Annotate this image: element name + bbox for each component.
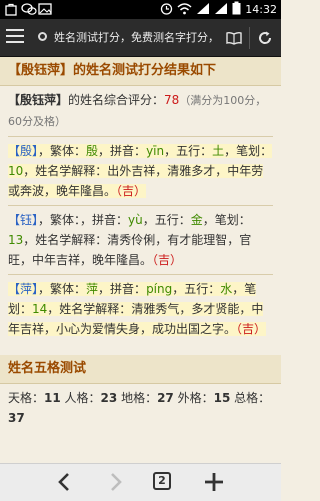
image-icon bbox=[38, 2, 52, 16]
strokes-label: ，笔划： bbox=[224, 144, 273, 158]
signal-icon bbox=[196, 2, 210, 18]
pinyin-value: píng bbox=[146, 282, 173, 296]
char-name: 【殷】 bbox=[8, 144, 39, 158]
status-bar: 14:32 bbox=[0, 0, 281, 19]
browser-toolbar: 姓名测试打分，免费测名字打分， bbox=[0, 19, 281, 57]
toolbar-divider bbox=[249, 27, 250, 49]
fanti-label: ，繁体： bbox=[38, 144, 87, 158]
meaning-label: ，姓名学解释： bbox=[23, 164, 108, 178]
strokes-label: ，笔划： bbox=[202, 213, 251, 227]
clock-time: 14:32 bbox=[245, 3, 277, 16]
fanti-value: 萍 bbox=[86, 282, 99, 296]
char-paragraph-2: 【钰】，繁体：，拼音：yù，五行：金，笔划：13，姓名学解释：清秀伶俐，有才能理… bbox=[0, 206, 281, 274]
char-paragraph-3: 【萍】，繁体：萍，拼音：píng，五行：水，笔划：14，姓名学解释：清雅秀气，多… bbox=[0, 275, 281, 343]
signal-icon bbox=[214, 2, 228, 18]
char-name: 【萍】 bbox=[8, 282, 39, 296]
renge-label: 人格： bbox=[60, 391, 101, 405]
waige-value: 15 bbox=[213, 391, 231, 405]
wuxing-label: ，五行： bbox=[142, 213, 191, 227]
char-name: 【钰】 bbox=[8, 213, 39, 227]
wuge-heading: 姓名五格测试 bbox=[0, 355, 281, 384]
tiange-value: 11 bbox=[44, 391, 61, 405]
pinyin-label: ，拼音： bbox=[80, 213, 129, 227]
menu-icon[interactable] bbox=[6, 29, 24, 45]
bag-icon bbox=[4, 2, 18, 16]
back-icon[interactable] bbox=[54, 472, 76, 492]
score-value: 78 bbox=[164, 93, 180, 107]
fanti-label: ，繁体： bbox=[38, 282, 87, 296]
fanti-value: 殷 bbox=[86, 144, 99, 158]
score-name: 【殷钰萍】 bbox=[8, 93, 69, 107]
dige-value: 27 bbox=[157, 391, 174, 405]
reload-icon[interactable] bbox=[257, 30, 273, 46]
char-paragraph-1: 【殷】，繁体：殷，拼音：yīn，五行：土，笔划：10，姓名学解释：出外吉祥，清雅… bbox=[0, 137, 281, 205]
alarm-icon bbox=[160, 2, 173, 18]
score-label: 的姓名综合评分： bbox=[68, 93, 165, 107]
wuxing-label: ，五行： bbox=[164, 144, 213, 158]
pinyin-value: yīn bbox=[146, 144, 165, 158]
strokes-value: 13 bbox=[8, 233, 24, 247]
strokes-value: 14 bbox=[32, 302, 48, 316]
reader-mode-icon[interactable] bbox=[226, 30, 242, 45]
wuxing-value: 水 bbox=[220, 282, 233, 296]
tabs-button[interactable]: 2 bbox=[153, 472, 171, 490]
score-paragraph: 【殷钰萍】的姓名综合评分：78（满分为100分，60分及格） bbox=[0, 86, 281, 136]
browser-bottom-bar: 2 bbox=[0, 463, 281, 501]
meaning-label: ，姓名学解释： bbox=[23, 233, 108, 247]
luck-badge: （吉） bbox=[236, 322, 267, 336]
wechat-icon bbox=[21, 2, 37, 16]
renge-value: 23 bbox=[100, 391, 118, 405]
new-tab-icon[interactable] bbox=[203, 472, 225, 492]
dige-label: 地格： bbox=[117, 391, 158, 405]
fanti-label: ，繁体： bbox=[38, 213, 81, 227]
pinyin-label: ，拼音： bbox=[98, 282, 147, 296]
luck-badge: （吉） bbox=[152, 253, 183, 267]
meaning-label: ，姓名学解释： bbox=[47, 302, 132, 316]
pinyin-value: yù bbox=[128, 213, 143, 227]
site-identity-icon[interactable] bbox=[38, 32, 47, 41]
wuxing-label: ，五行： bbox=[172, 282, 221, 296]
waige-label: 外格： bbox=[173, 391, 214, 405]
result-heading: 【殷钰萍】的姓名测试打分结果如下 bbox=[0, 57, 281, 86]
wuxing-value: 土 bbox=[212, 144, 225, 158]
strokes-value: 10 bbox=[8, 164, 24, 178]
zongge-value: 37 bbox=[8, 411, 25, 425]
luck-badge: （吉） bbox=[116, 184, 147, 198]
page-content: 【殷钰萍】的姓名测试打分结果如下 【殷钰萍】的姓名综合评分：78（满分为100分… bbox=[0, 57, 281, 463]
forward-icon[interactable] bbox=[104, 472, 126, 492]
wuxing-value: 金 bbox=[190, 213, 203, 227]
pinyin-label: ，拼音： bbox=[98, 144, 147, 158]
battery-icon bbox=[232, 1, 241, 18]
page-title[interactable]: 姓名测试打分，免费测名字打分， bbox=[54, 29, 216, 45]
wuge-paragraph: 天格：11 人格：23 地格：27 外格：15 总格： 37 bbox=[0, 384, 281, 432]
zongge-label: 总格： bbox=[230, 391, 271, 405]
tiange-label: 天格： bbox=[8, 391, 45, 405]
wifi-icon bbox=[177, 2, 192, 18]
